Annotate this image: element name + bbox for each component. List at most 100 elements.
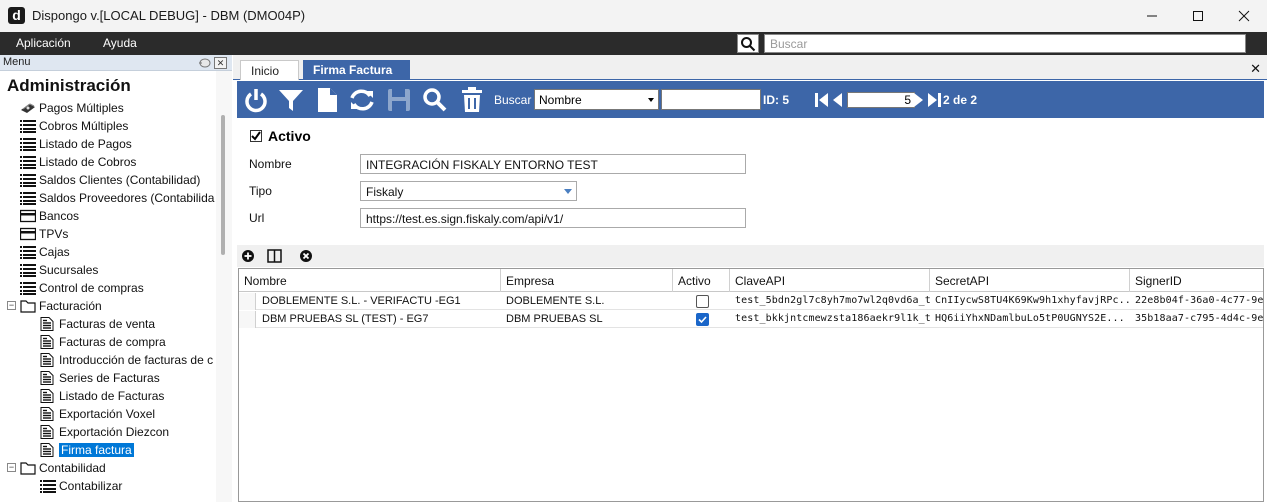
power-button[interactable] (242, 86, 270, 114)
column-header-claveapi[interactable]: ClaveAPI (730, 269, 930, 292)
sidebar-item-cobros-multiples[interactable]: Cobros Múltiples (20, 117, 128, 135)
sidebar-item-facturas-venta[interactable]: Facturas de venta (40, 315, 155, 333)
sidebar-item-label: Facturas de compra (59, 335, 166, 349)
row-selector[interactable] (239, 293, 256, 310)
tab-firma-factura[interactable]: Firma Factura (303, 60, 410, 80)
sidebar-item-introduccion-facturas[interactable]: Introducción de facturas de c (40, 351, 213, 369)
cell-activo-checkbox[interactable] (696, 313, 709, 326)
document-icon (40, 371, 56, 385)
sidebar-item-series-facturas[interactable]: Series de Facturas (40, 369, 160, 387)
remove-row-icon[interactable] (299, 249, 313, 263)
sidebar-item-cajas[interactable]: Cajas (20, 243, 70, 261)
minimize-button[interactable] (1129, 0, 1175, 32)
close-tab-button[interactable]: ✕ (1250, 61, 1261, 77)
search-field-select[interactable]: Nombre (534, 89, 659, 110)
record-position-label: 2 de 2 (943, 93, 978, 107)
table-row[interactable]: DBM PRUEBAS SL (TEST) - EG7 DBM PRUEBAS … (239, 311, 1263, 328)
search-button[interactable] (737, 34, 759, 53)
menu-aplicacion[interactable]: Aplicación (16, 36, 71, 50)
sidebar-item-label: Cobros Múltiples (39, 119, 129, 133)
sidebar-item-listado-pagos[interactable]: Listado de Pagos (20, 135, 132, 153)
save-icon (388, 89, 410, 111)
folder-icon (20, 299, 36, 313)
column-header-activo[interactable]: Activo (673, 269, 730, 292)
global-search-input[interactable]: Buscar (764, 34, 1246, 53)
sidebar-item-bancos[interactable]: Bancos (19, 207, 79, 225)
filter-button[interactable] (277, 86, 305, 114)
maximize-button[interactable] (1175, 0, 1221, 32)
sidebar-item-facturacion[interactable]: Facturación (20, 297, 102, 315)
previous-record-icon[interactable] (831, 92, 843, 108)
tipo-select[interactable]: Fiskaly (360, 181, 577, 201)
column-header-secretapi[interactable]: SecretAPI (930, 269, 1130, 292)
record-number-input[interactable]: 5 (847, 92, 915, 108)
chevron-down-icon (564, 189, 572, 194)
new-button[interactable] (313, 86, 341, 114)
sidebar-item-label: Series de Facturas (59, 371, 160, 385)
collapse-toggle-icon[interactable]: − (7, 301, 16, 310)
sidebar-item-label: Sucursales (39, 263, 99, 277)
cell-empresa: DBM PRUEBAS SL (506, 313, 603, 325)
save-button[interactable] (385, 86, 413, 114)
sidebar-item-control-compras[interactable]: Control de compras (20, 279, 144, 297)
document-icon (40, 425, 56, 439)
activo-checkbox[interactable] (250, 130, 262, 142)
sidebar-item-sucursales[interactable]: Sucursales (20, 261, 98, 279)
sidebar-item-listado-facturas[interactable]: Listado de Facturas (40, 387, 164, 405)
refresh-icon (350, 89, 374, 111)
activo-label: Activo (268, 128, 311, 144)
close-window-button[interactable] (1221, 0, 1267, 32)
search-field-value: Nombre (539, 93, 582, 107)
sidebar-item-firma-factura[interactable]: Firma factura (40, 441, 134, 459)
menu-ayuda[interactable]: Ayuda (103, 36, 137, 50)
tab-inicio[interactable]: Inicio (240, 60, 299, 80)
search-button[interactable] (421, 86, 449, 114)
column-header-empresa[interactable]: Empresa (501, 269, 673, 292)
sidebar-item-saldos-clientes[interactable]: Saldos Clientes (Contabilidad) (20, 171, 200, 189)
sidebar-scrollbar[interactable] (216, 71, 232, 502)
column-header-nombre[interactable]: Nombre (239, 269, 501, 292)
scroll-thumb[interactable] (221, 115, 225, 255)
first-record-icon[interactable] (814, 92, 830, 108)
sidebar-item-contabilidad[interactable]: Contabilidad (20, 459, 106, 477)
column-header-signerid[interactable]: SignerID (1130, 269, 1263, 292)
pin-icon[interactable] (198, 57, 212, 69)
url-field[interactable]: https://test.es.sign.fiskaly.com/api/v1/ (360, 208, 746, 228)
search-icon (423, 88, 447, 112)
nombre-label: Nombre (249, 157, 292, 171)
refresh-button[interactable] (348, 86, 376, 114)
sidebar-close-button[interactable]: ✕ (214, 57, 227, 69)
add-row-icon[interactable] (241, 249, 255, 263)
sidebar-header: Menu ✕ (0, 55, 232, 71)
list-icon (20, 281, 36, 295)
cell-nombre: DBM PRUEBAS SL (TEST) - EG7 (262, 313, 429, 325)
document-icon (40, 317, 56, 331)
sidebar-item-exportacion-diezcon[interactable]: Exportación Diezcon (40, 423, 169, 441)
next-record-icon[interactable] (913, 92, 925, 108)
table-row[interactable]: DOBLEMENTE S.L. - VERIFACTU -EG1 DOBLEME… (239, 293, 1263, 310)
collapse-toggle-icon[interactable]: − (7, 463, 16, 472)
last-record-icon[interactable] (927, 92, 943, 108)
sidebar-item-tpvs[interactable]: TPVs (19, 225, 69, 243)
sidebar-item-pagos-multiples[interactable]: Pagos Múltiples (20, 99, 124, 117)
sidebar-item-listado-cobros[interactable]: Listado de Cobros (20, 153, 136, 171)
sidebar-item-label: Exportación Diezcon (59, 425, 170, 439)
trash-icon (462, 87, 482, 112)
row-selector[interactable] (239, 311, 256, 328)
sidebar-item-label: Facturación (39, 299, 102, 313)
delete-button[interactable] (458, 86, 486, 114)
nombre-field[interactable]: INTEGRACIÓN FISKALY ENTORNO TEST (360, 154, 746, 174)
sidebar-item-label: Listado de Pagos (39, 137, 132, 151)
sidebar-item-exportacion-voxel[interactable]: Exportación Voxel (40, 405, 155, 423)
sidebar-item-contabilizar[interactable]: Contabilizar (40, 477, 122, 495)
search-icon (741, 36, 756, 51)
columns-icon[interactable] (267, 249, 282, 263)
grid-header: Nombre Empresa Activo ClaveAPI SecretAPI… (239, 269, 1263, 292)
list-icon (20, 155, 36, 169)
sidebar-item-label: Saldos Proveedores (Contabilida (39, 191, 215, 205)
sidebar-item-facturas-compra[interactable]: Facturas de compra (40, 333, 166, 351)
cell-activo-checkbox[interactable] (696, 295, 709, 308)
sidebar-item-saldos-proveedores[interactable]: Saldos Proveedores (Contabilida (20, 189, 214, 207)
search-value-input[interactable] (661, 89, 761, 110)
sidebar-item-label: TPVs (39, 227, 69, 241)
